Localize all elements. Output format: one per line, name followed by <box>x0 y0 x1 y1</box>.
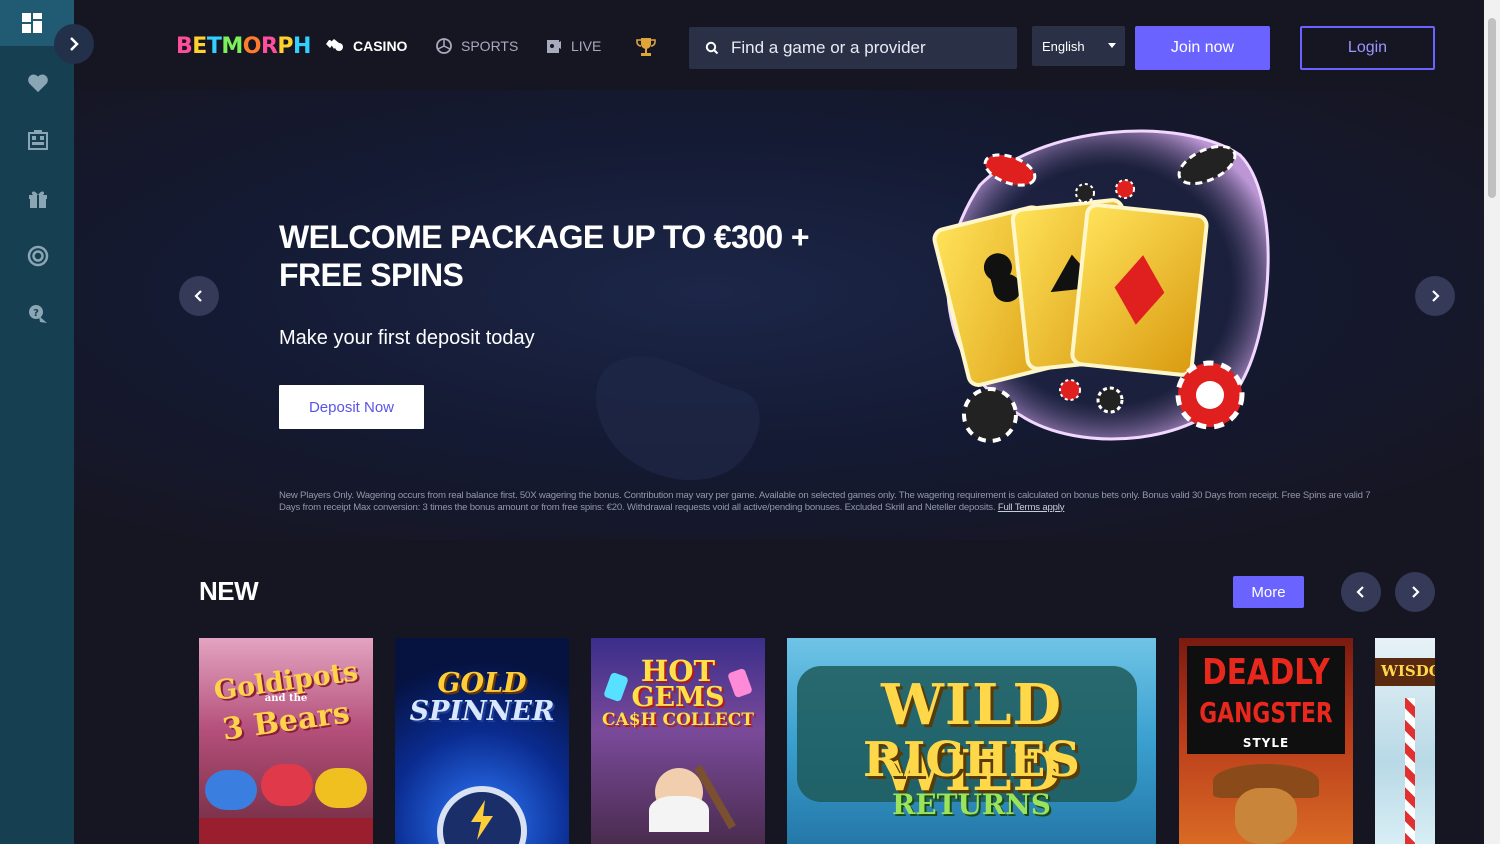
nav-casino[interactable]: CASINO <box>324 38 407 54</box>
bowl-image <box>205 770 257 810</box>
terms-text: New Players Only. Wagering occurs from r… <box>279 490 1374 513</box>
language-select-value: English <box>1042 38 1085 54</box>
more-button[interactable]: More <box>1233 576 1304 608</box>
game-title: WISDO <box>1381 662 1435 680</box>
gift-icon <box>29 191 47 208</box>
sidebar-item-casino[interactable] <box>24 126 52 154</box>
live-icon <box>547 40 561 53</box>
gangster-face-image <box>1235 788 1297 844</box>
sidebar-item-promotions[interactable] <box>24 184 52 212</box>
chevron-left-icon <box>194 290 202 302</box>
chevron-right-icon <box>1432 290 1440 302</box>
pole-image <box>1405 698 1415 844</box>
nav-live-label: LIVE <box>571 38 602 54</box>
game-title-line3: CA$H COLLECT <box>602 710 754 730</box>
svg-text:?: ? <box>33 308 39 319</box>
game-title-line2: RICHES <box>862 732 1081 788</box>
join-now-button[interactable]: Join now <box>1135 26 1270 70</box>
trophy-icon <box>636 38 656 56</box>
nav-sports[interactable]: SPORTS <box>436 38 518 54</box>
nav-casino-label: CASINO <box>353 38 408 54</box>
bowl-image <box>261 764 313 806</box>
miner-beard-image <box>649 796 709 832</box>
page-scrollbar[interactable] <box>1484 0 1500 844</box>
game-title-line3: STYLE <box>1242 736 1290 750</box>
game-title: GOLD <box>437 668 527 699</box>
sidebar-expand-button[interactable] <box>54 24 94 64</box>
game-tile-hot-gems[interactable]: HOT GEMS CA$H COLLECT <box>591 638 765 844</box>
lightning-icon <box>471 800 493 840</box>
sidebar-item-support[interactable]: ? <box>24 300 52 328</box>
game-tile-wisdom[interactable]: WISDO <box>1375 638 1435 844</box>
nav-tournaments[interactable] <box>635 36 657 58</box>
full-terms-link[interactable]: Full Terms apply <box>998 502 1065 513</box>
game-title-line2: GANGSTER <box>1199 696 1333 729</box>
chevron-left-icon <box>1356 586 1364 598</box>
game-tile-gold-spinner[interactable]: GOLD SPINNER <box>395 638 569 844</box>
section-title-new: NEW <box>199 576 259 606</box>
casino-building-icon <box>28 130 48 150</box>
banner-next-button[interactable] <box>1415 276 1455 316</box>
game-tile-deadly-gangster[interactable]: DEADLY GANGSTER STYLE <box>1179 638 1353 844</box>
heart-icon <box>28 74 48 93</box>
sidebar-item-favorites[interactable] <box>24 69 52 97</box>
search-input[interactable] <box>731 38 1001 58</box>
banner-headline: WELCOME PACKAGE UP TO €300 + FREE SPINS <box>279 219 810 293</box>
chevron-right-icon <box>70 37 79 51</box>
banner-prev-button[interactable] <box>179 276 219 316</box>
dashboard-icon <box>22 13 42 33</box>
game-title-line2: SPINNER <box>409 696 555 727</box>
chevron-right-icon <box>1412 586 1420 598</box>
game-tile-wild-wild-riches[interactable]: WILD WILD RICHES RETURNS <box>787 638 1156 844</box>
support-icon: ? <box>29 305 47 323</box>
brand-logo[interactable]: BETMORPH <box>176 34 311 59</box>
scrollbar-thumb[interactable] <box>1488 18 1496 198</box>
game-title-line3: RETURNS <box>892 788 1051 821</box>
banner-subtitle: Make your first deposit today <box>279 327 535 349</box>
search-bar[interactable] <box>689 27 1017 69</box>
sidebar-item-tournaments[interactable] <box>24 242 52 270</box>
cards-and-chips-illustration <box>932 129 1270 443</box>
search-icon <box>705 41 719 55</box>
language-select[interactable]: English <box>1032 26 1125 66</box>
banner-background-shape <box>596 356 760 481</box>
nav-sports-label: SPORTS <box>461 38 519 54</box>
terms-body: New Players Only. Wagering occurs from r… <box>279 490 1371 513</box>
chevron-down-icon <box>1108 43 1116 48</box>
game-tile-goldipots[interactable]: Goldipots and the 3 Bears <box>199 638 373 844</box>
bowl-image <box>315 768 367 808</box>
sidebar: ? <box>0 0 74 844</box>
games-next-button[interactable] <box>1395 572 1435 612</box>
ball-icon <box>436 38 452 54</box>
target-icon <box>27 245 49 267</box>
games-prev-button[interactable] <box>1341 572 1381 612</box>
table-image <box>199 818 373 844</box>
deposit-now-button[interactable]: Deposit Now <box>279 385 424 429</box>
nav-live[interactable]: LIVE <box>546 38 601 54</box>
cards-icon <box>326 39 343 51</box>
login-button[interactable]: Login <box>1300 26 1435 70</box>
game-title: DEADLY <box>1202 652 1330 693</box>
